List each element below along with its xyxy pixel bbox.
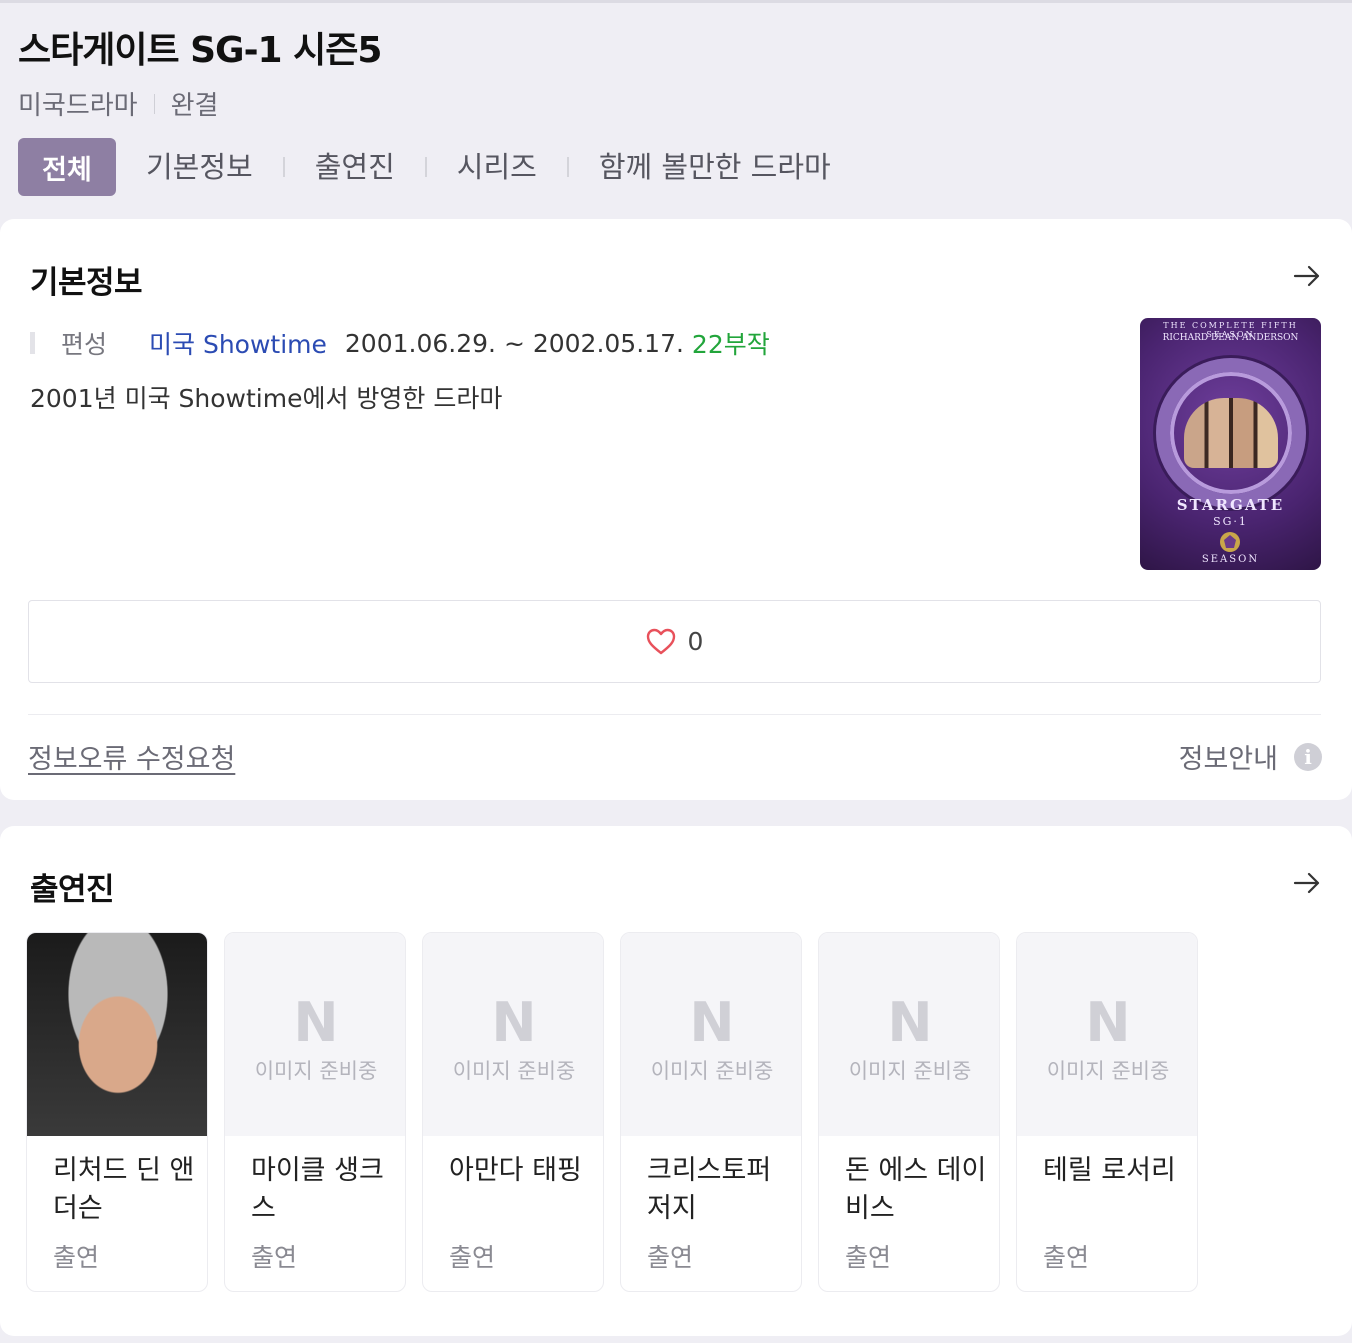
cast-member-card[interactable]: N 이미지 준비중 아만다 태핑 출연	[422, 932, 604, 1292]
tab-series[interactable]: 시리즈	[427, 138, 567, 196]
n-logo-icon: N	[293, 990, 339, 1054]
subtitle: 미국드라마 완결	[18, 85, 1352, 122]
cast-role: 출연	[449, 1243, 496, 1272]
no-image-text: 이미지 준비중	[254, 1058, 378, 1083]
cast-member-card[interactable]: N 이미지 준비중 돈 에스 데이비스 출연	[818, 932, 1000, 1292]
status-label: 완결	[170, 91, 219, 121]
cast-title: 출연진	[30, 872, 115, 908]
info-error-report-link[interactable]: 정보오류 수정요청	[28, 737, 235, 776]
no-image-text: 이미지 준비중	[452, 1058, 576, 1083]
season-emblem-icon	[1220, 532, 1240, 552]
no-image-placeholder: N 이미지 준비중	[423, 933, 603, 1136]
tab-related-dramas[interactable]: 함께 볼만한 드라마	[569, 138, 861, 196]
tab-all[interactable]: 전체	[18, 138, 116, 196]
n-logo-icon: N	[887, 990, 933, 1054]
no-image-text: 이미지 준비중	[650, 1058, 774, 1083]
air-dates: 2001.06.29. ~ 2002.05.17.	[344, 328, 684, 358]
cast-name: 크리스토퍼 저지	[647, 1155, 772, 1224]
cast-name: 리처드 딘 앤더슨	[53, 1155, 195, 1224]
card-divider	[28, 714, 1321, 715]
n-logo-icon: N	[1085, 990, 1131, 1054]
info-guide-label: 정보안내	[1178, 744, 1278, 775]
cast-role: 출연	[1043, 1243, 1090, 1272]
arrow-right-icon[interactable]	[1292, 868, 1322, 898]
broadcast-info-row: 편성 미국 Showtime 2001.06.29. ~ 2002.05.17.…	[30, 325, 770, 361]
cast-name: 마이클 생크스	[251, 1155, 384, 1224]
cast-name: 아만다 태핑	[449, 1155, 582, 1186]
cast-photo	[27, 933, 207, 1136]
no-image-placeholder: N 이미지 준비중	[621, 933, 801, 1136]
arrow-right-icon[interactable]	[1292, 261, 1322, 291]
heart-icon	[646, 628, 675, 654]
cast-role: 출연	[845, 1243, 892, 1272]
basic-info-card: 기본정보 편성 미국 Showtime 2001.06.29. ~ 2002.0…	[0, 219, 1352, 800]
poster-logo-sub: SG·1	[1213, 515, 1248, 528]
no-image-placeholder: N 이미지 준비중	[225, 933, 405, 1136]
cast-card-section: 출연진 리처드 딘 앤더슨 출연 N 이미지 준비중 마이클 생크스 출연 N …	[0, 826, 1352, 1336]
no-image-placeholder: N 이미지 준비중	[1017, 933, 1197, 1136]
tab-basic-info[interactable]: 기본정보	[116, 138, 283, 196]
description: 2001년 미국 Showtime에서 방영한 드라마	[30, 384, 503, 413]
no-image-text: 이미지 준비중	[1046, 1058, 1170, 1083]
cast-member-card[interactable]: 리처드 딘 앤더슨 출연	[26, 932, 208, 1292]
cast-list: 리처드 딘 앤더슨 출연 N 이미지 준비중 마이클 생크스 출연 N 이미지 …	[26, 932, 1198, 1292]
channel-link[interactable]: 미국 Showtime	[149, 325, 327, 361]
poster-actor-line: RICHARD DEAN ANDERSON	[1162, 333, 1299, 343]
broadcast-label: 편성	[61, 330, 108, 359]
no-image-text: 이미지 준비중	[848, 1058, 972, 1083]
info-icon: i	[1294, 742, 1322, 771]
basic-info-title: 기본정보	[30, 265, 143, 301]
like-button[interactable]: 0	[28, 600, 1321, 683]
genre-label[interactable]: 미국드라마	[18, 85, 138, 122]
n-logo-icon: N	[491, 990, 537, 1054]
info-bar	[30, 332, 35, 354]
cast-member-card[interactable]: N 이미지 준비중 크리스토퍼 저지 출연	[620, 932, 802, 1292]
poster-logo: STARGATE	[1176, 496, 1285, 514]
no-image-placeholder: N 이미지 준비중	[819, 933, 999, 1136]
n-logo-icon: N	[689, 990, 735, 1054]
like-count: 0	[687, 627, 704, 656]
page-title: 스타게이트 SG-1 시즌5	[18, 30, 382, 71]
cast-name: 테릴 로서리	[1043, 1155, 1176, 1186]
info-guide-button[interactable]: 정보안내 i	[1179, 737, 1322, 776]
tab-cast[interactable]: 출연진	[285, 138, 425, 196]
cast-member-card[interactable]: N 이미지 준비중 마이클 생크스 출연	[224, 932, 406, 1292]
poster-season: SEASON	[1201, 554, 1260, 565]
cast-role: 출연	[53, 1243, 100, 1272]
poster-image[interactable]: THE COMPLETE FIFTH SEASON RICHARD DEAN A…	[1140, 318, 1321, 570]
cast-role: 출연	[251, 1243, 298, 1272]
subtitle-divider	[153, 93, 155, 114]
page-header: 스타게이트 SG-1 시즌5 미국드라마 완결 전체 기본정보 출연진 시리즈 …	[0, 3, 1352, 196]
tab-bar: 전체 기본정보 출연진 시리즈 함께 볼만한 드라마	[18, 138, 1352, 196]
cast-member-card[interactable]: N 이미지 준비중 테릴 로서리 출연	[1016, 932, 1198, 1292]
cast-role: 출연	[647, 1243, 694, 1272]
cast-name: 돈 에스 데이비스	[845, 1155, 987, 1224]
episode-count: 22부작	[691, 330, 770, 359]
poster-faces	[1184, 398, 1278, 468]
